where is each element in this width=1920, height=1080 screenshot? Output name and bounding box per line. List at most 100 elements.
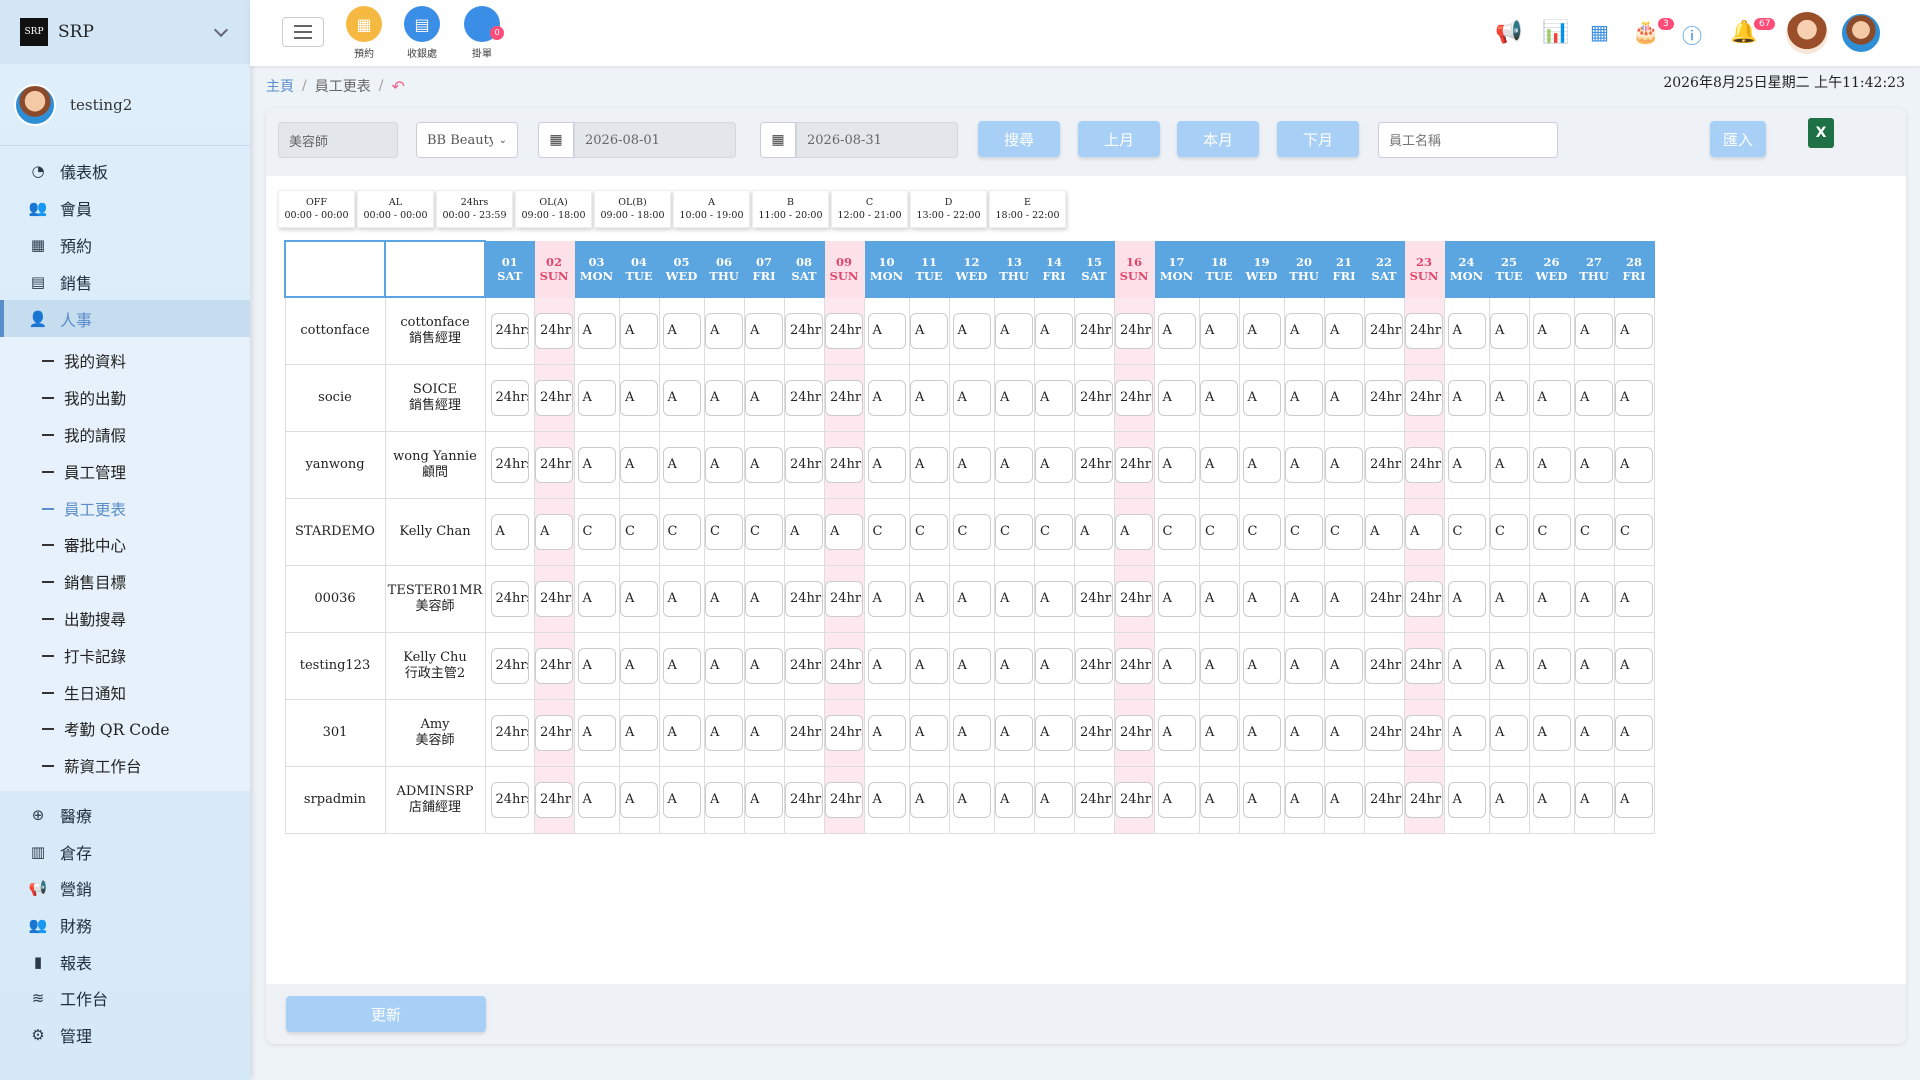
shift-input[interactable]: A (1242, 446, 1281, 483)
shift-input[interactable]: 24hrs (785, 312, 823, 349)
shift-input[interactable]: A (1075, 513, 1113, 550)
shift-input[interactable]: A (1532, 781, 1571, 818)
shift-input[interactable]: A (577, 781, 616, 818)
legend-chip[interactable]: A 10:00 - 19:00 (673, 190, 750, 228)
shift-input[interactable]: A (995, 781, 1033, 818)
shift-input[interactable]: 24hrs (785, 714, 823, 751)
shift-input[interactable]: A (1615, 580, 1653, 617)
shift-input[interactable]: C (1325, 513, 1363, 550)
shift-input[interactable]: A (1575, 580, 1613, 617)
shift-input[interactable]: 24hrs (785, 647, 823, 684)
user-profile[interactable]: testing2 (0, 64, 250, 146)
shift-input[interactable]: 24hrs (785, 781, 823, 818)
shift-input[interactable]: A (577, 312, 616, 349)
shift-input[interactable]: C (1157, 513, 1196, 550)
shift-input[interactable]: 24hrs (1365, 580, 1403, 617)
shift-input[interactable]: A (1575, 312, 1613, 349)
this-month-button[interactable]: 本月 (1177, 121, 1259, 157)
shift-input[interactable]: A (620, 379, 658, 416)
submenu-item[interactable]: 薪資工作台 (0, 748, 250, 785)
quick-cashier-button[interactable]: ▤ 收銀處 (398, 6, 446, 60)
shift-input[interactable]: A (1447, 781, 1486, 818)
shift-input[interactable]: A (705, 781, 743, 818)
shift-input[interactable]: 24hrs (535, 446, 573, 483)
megaphone-icon[interactable]: 📢 (1495, 20, 1522, 45)
shift-input[interactable]: C (1200, 513, 1238, 550)
shift-input[interactable]: A (745, 312, 783, 349)
shift-input[interactable]: A (1200, 312, 1238, 349)
employee-name-input[interactable] (1378, 122, 1558, 158)
shift-input[interactable]: A (1325, 714, 1363, 751)
shift-input[interactable]: 24hrs (535, 714, 573, 751)
shift-input[interactable]: 24hrs (535, 312, 573, 349)
shift-input[interactable]: A (910, 781, 948, 818)
shift-input[interactable]: 24hrs (785, 446, 823, 483)
shift-input[interactable]: 24hrs (825, 446, 863, 483)
avatar-girl[interactable] (1786, 12, 1828, 54)
shift-input[interactable]: A (1532, 446, 1571, 483)
shift-input[interactable]: 24hrs (490, 312, 529, 349)
shift-input[interactable]: 24hrs (490, 781, 529, 818)
shift-input[interactable]: A (1285, 647, 1323, 684)
shift-input[interactable]: C (995, 513, 1033, 550)
shift-input[interactable]: 24hrs (535, 647, 573, 684)
shift-input[interactable]: A (1035, 647, 1073, 684)
shift-input[interactable]: 24hrs (1405, 312, 1443, 349)
shift-input[interactable]: A (1200, 647, 1238, 684)
shift-input[interactable]: A (620, 647, 658, 684)
legend-chip[interactable]: C 12:00 - 21:00 (831, 190, 908, 228)
chart-icon[interactable]: 📊 (1542, 20, 1569, 45)
shift-input[interactable]: A (1575, 781, 1613, 818)
shift-input[interactable]: A (910, 446, 948, 483)
shift-input[interactable]: 24hrs (535, 580, 573, 617)
legend-chip[interactable]: D 13:00 - 22:00 (910, 190, 987, 228)
legend-chip[interactable]: B 11:00 - 20:00 (752, 190, 829, 228)
shift-input[interactable]: A (705, 647, 743, 684)
shift-input[interactable]: A (662, 312, 701, 349)
shift-input[interactable]: A (1447, 312, 1486, 349)
shift-input[interactable]: A (577, 647, 616, 684)
shift-input[interactable]: C (910, 513, 948, 550)
shift-input[interactable]: A (1405, 513, 1443, 550)
shift-input[interactable]: A (577, 379, 616, 416)
shift-input[interactable]: 24hrs (1365, 781, 1403, 818)
shift-input[interactable]: 24hrs (490, 580, 529, 617)
shift-input[interactable]: A (1575, 379, 1613, 416)
shift-input[interactable]: 24hrs (825, 379, 863, 416)
shift-input[interactable]: 24hrs (535, 781, 573, 818)
shift-input[interactable]: 24hrs (825, 647, 863, 684)
submenu-item[interactable]: 考勤 QR Code (0, 711, 250, 748)
shift-input[interactable]: A (662, 580, 701, 617)
shift-input[interactable]: 24hrs (825, 781, 863, 818)
shift-input[interactable]: A (1490, 781, 1528, 818)
shift-input[interactable]: A (1035, 781, 1073, 818)
shift-input[interactable]: 24hrs (1075, 580, 1113, 617)
shift-input[interactable]: A (1157, 714, 1196, 751)
shop-select[interactable]: BB Beauty ⌄ (416, 122, 518, 158)
shift-input[interactable]: C (705, 513, 743, 550)
shift-input[interactable]: A (1200, 379, 1238, 416)
submenu-item[interactable]: 我的請假 (0, 417, 250, 454)
shift-input[interactable]: 24hrs (1115, 647, 1153, 684)
shift-input[interactable]: A (952, 647, 991, 684)
shift-input[interactable]: A (1035, 714, 1073, 751)
menu-toggle-button[interactable] (282, 17, 324, 47)
shift-input[interactable]: A (785, 513, 823, 550)
shift-input[interactable]: 24hrs (1405, 446, 1443, 483)
shift-input[interactable]: 24hrs (1365, 312, 1403, 349)
shift-input[interactable]: A (662, 446, 701, 483)
shift-input[interactable]: A (1490, 312, 1528, 349)
shift-input[interactable]: C (577, 513, 616, 550)
shift-input[interactable]: 24hrs (825, 714, 863, 751)
shift-input[interactable]: A (1325, 379, 1363, 416)
shift-input[interactable]: A (490, 513, 529, 550)
shift-input[interactable]: A (1365, 513, 1403, 550)
shift-input[interactable]: A (952, 580, 991, 617)
shift-input[interactable]: A (1447, 446, 1486, 483)
shift-input[interactable]: 24hrs (1405, 580, 1443, 617)
shift-input[interactable]: A (1242, 781, 1281, 818)
shift-input[interactable]: A (910, 379, 948, 416)
import-button[interactable]: 匯入 (1710, 121, 1766, 157)
user-avatar[interactable] (1840, 12, 1882, 54)
shift-input[interactable]: A (1200, 714, 1238, 751)
